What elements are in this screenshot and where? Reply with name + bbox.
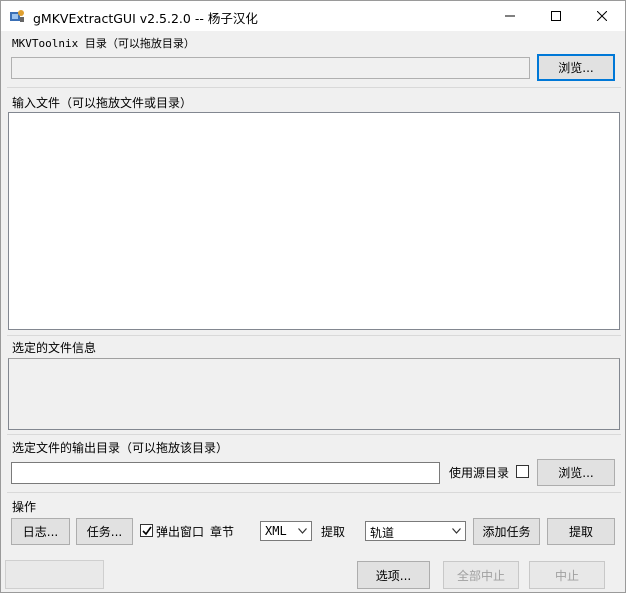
close-button[interactable]	[579, 1, 625, 31]
title-bar: gMKVExtractGUI v2.5.2.0 -- 杨子汉化	[1, 1, 625, 31]
app-icon	[10, 10, 24, 22]
popup-checkbox[interactable]	[140, 524, 153, 537]
output-dir-label: 选定文件的输出目录（可以拖放该目录）	[12, 441, 229, 455]
close-icon	[597, 11, 607, 21]
mkvtoolnix-label: MKVToolnix 目录（可以拖放目录）	[12, 37, 195, 50]
divider	[7, 335, 621, 336]
file-info-label: 选定的文件信息	[12, 341, 97, 355]
log-button[interactable]: 日志...	[11, 518, 70, 545]
input-files-label: 输入文件（可以拖放文件或目录）	[12, 96, 193, 110]
divider	[7, 434, 621, 435]
chapters-label: 章节	[210, 525, 235, 539]
mkvtoolnix-path-field[interactable]	[11, 57, 530, 79]
popup-label: 弹出窗口	[156, 525, 205, 539]
output-dir-field[interactable]	[11, 462, 440, 484]
main-window: gMKVExtractGUI v2.5.2.0 -- 杨子汉化 MKVTooln…	[0, 0, 626, 593]
maximize-icon	[551, 11, 561, 21]
divider	[7, 87, 621, 88]
options-button[interactable]: 选项...	[357, 561, 430, 589]
actions-label: 操作	[12, 500, 37, 514]
chapter-format-select[interactable]: XML	[260, 521, 312, 541]
add-job-button[interactable]: 添加任务	[473, 518, 540, 545]
abort-all-button[interactable]: 全部中止	[443, 561, 519, 589]
file-info-box	[8, 358, 620, 430]
jobs-button[interactable]: 任务...	[76, 518, 133, 545]
progress-panel	[5, 560, 104, 589]
mkvtoolnix-browse-button[interactable]: 浏览...	[537, 54, 615, 81]
chevron-down-icon	[298, 528, 307, 534]
minimize-button[interactable]	[487, 1, 533, 31]
divider	[7, 492, 621, 493]
extract-button[interactable]: 提取	[547, 518, 615, 545]
abort-button[interactable]: 中止	[529, 561, 605, 589]
checkmark-icon	[141, 526, 152, 535]
maximize-button[interactable]	[533, 1, 579, 31]
track-mode-select[interactable]: 轨道	[365, 521, 466, 541]
use-source-label: 使用源目录	[449, 466, 510, 480]
output-browse-button[interactable]: 浏览...	[537, 459, 615, 486]
extract-mode-label: 提取	[321, 525, 346, 539]
minimize-icon	[505, 15, 515, 17]
track-mode-value: 轨道	[370, 526, 395, 540]
input-files-list[interactable]	[8, 112, 620, 330]
window-title: gMKVExtractGUI v2.5.2.0 -- 杨子汉化	[33, 11, 258, 26]
chapter-format-value: XML	[265, 524, 287, 538]
use-source-checkbox[interactable]	[516, 465, 529, 478]
chevron-down-icon	[452, 528, 461, 534]
